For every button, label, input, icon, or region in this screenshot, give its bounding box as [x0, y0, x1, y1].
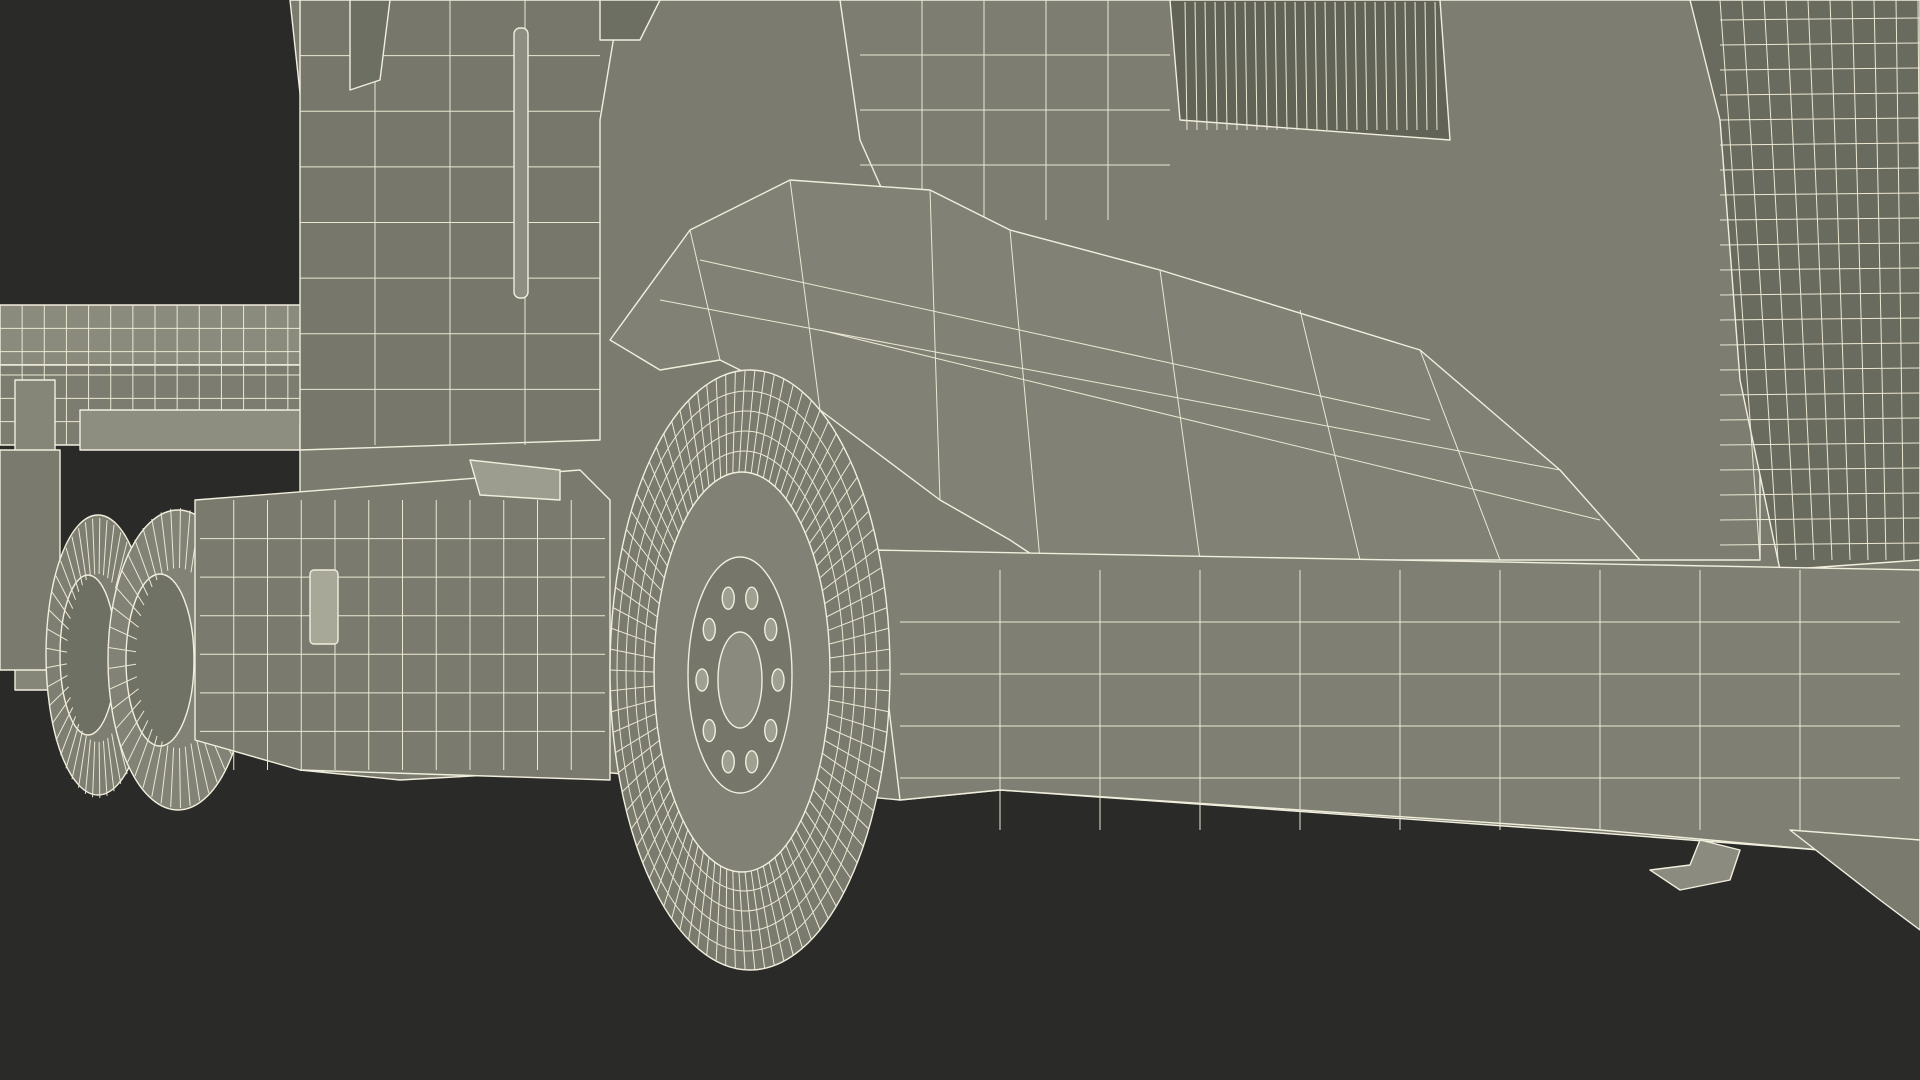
fuel-tank-step — [194, 459, 611, 781]
bracket — [1649, 839, 1741, 891]
hood-vent — [1169, 0, 1451, 141]
lug-nut-icon — [764, 718, 778, 743]
truck-wireframe-render — [0, 0, 1920, 971]
lug-nut-icon — [764, 617, 778, 642]
lug-nut-icon — [702, 718, 716, 743]
lug-nut-icon — [745, 750, 759, 774]
lug-nut-icon — [771, 668, 785, 692]
lug-nut-icon — [721, 586, 735, 610]
front-wheel — [609, 369, 891, 971]
right-wheel-partial — [1789, 829, 1920, 931]
lug-nut-icon — [702, 617, 716, 642]
lug-nut-icon — [745, 586, 759, 610]
door-handle-icon — [513, 27, 529, 299]
step-light-icon — [309, 569, 339, 645]
front-bumper — [869, 549, 1920, 851]
render-viewport — [0, 0, 1920, 1080]
lug-nut-icon — [721, 750, 735, 774]
wheel-hub-icon — [717, 631, 763, 729]
lug-nut-icon — [695, 668, 709, 692]
